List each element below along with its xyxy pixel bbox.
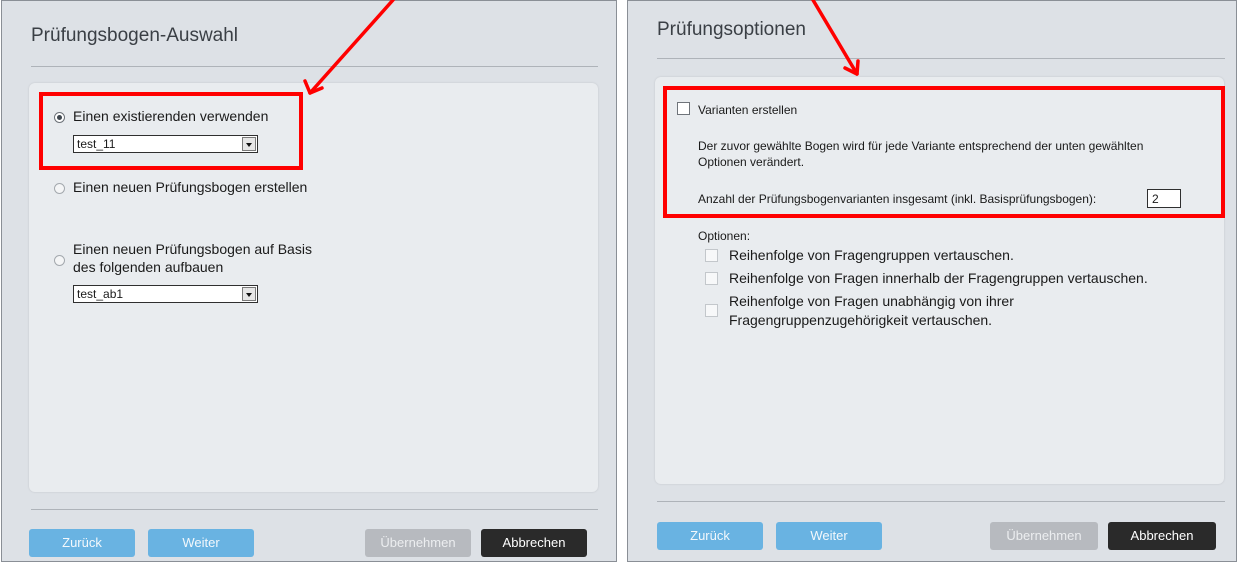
shuffle-ignore-groups-label-line1[interactable]: Reihenfolge von Fragen unabhängig von ih… bbox=[729, 293, 1014, 309]
variant-count-label: Anzahl der Prüfungsbogenvarianten insges… bbox=[698, 192, 1097, 206]
panel-title: Prüfungsoptionen bbox=[657, 19, 806, 40]
title-divider bbox=[31, 66, 598, 67]
radio-use-existing[interactable] bbox=[54, 112, 65, 123]
back-button[interactable]: Zurück bbox=[657, 522, 763, 550]
variants-description-line1: Der zuvor gewählte Bogen wird für jede V… bbox=[698, 139, 1144, 153]
apply-button: Übernehmen bbox=[990, 522, 1098, 550]
shuffle-groups-checkbox[interactable] bbox=[705, 249, 718, 262]
next-button[interactable]: Weiter bbox=[776, 522, 882, 550]
radio-create-new[interactable] bbox=[54, 183, 65, 194]
exam-options-panel: Prüfungsoptionen Varianten erstellen Der… bbox=[627, 0, 1237, 562]
create-variants-label[interactable]: Varianten erstellen bbox=[698, 103, 797, 117]
cancel-button[interactable]: Abbrechen bbox=[481, 529, 587, 557]
cancel-button[interactable]: Abbrechen bbox=[1108, 522, 1216, 550]
existing-sheet-select[interactable]: test_11 bbox=[73, 135, 258, 153]
shuffle-groups-label[interactable]: Reihenfolge von Fragengruppen vertausche… bbox=[729, 247, 1014, 263]
radio-create-new-label[interactable]: Einen neuen Prüfungsbogen erstellen bbox=[73, 179, 307, 195]
back-button[interactable]: Zurück bbox=[29, 529, 135, 557]
footer-divider bbox=[657, 501, 1225, 502]
radio-use-existing-label[interactable]: Einen existierenden verwenden bbox=[73, 108, 268, 124]
footer-divider bbox=[31, 509, 598, 510]
base-sheet-select[interactable]: test_ab1 bbox=[73, 285, 258, 303]
radio-build-on-base-label-line2[interactable]: des folgenden aufbauen bbox=[73, 259, 223, 275]
variants-description-line2: Optionen verändert. bbox=[698, 155, 805, 169]
exam-sheet-selection-panel: Prüfungsbogen-Auswahl Einen existierende… bbox=[1, 0, 617, 562]
apply-button: Übernehmen bbox=[365, 529, 471, 557]
chevron-down-icon bbox=[242, 287, 256, 301]
shuffle-within-groups-label[interactable]: Reihenfolge von Fragen innerhalb der Fra… bbox=[729, 270, 1148, 286]
options-heading: Optionen: bbox=[698, 229, 751, 243]
shuffle-ignore-groups-checkbox[interactable] bbox=[705, 304, 718, 317]
shuffle-ignore-groups-label-line2[interactable]: Fragengruppenzugehörigkeit vertauschen. bbox=[729, 312, 992, 328]
radio-build-on-base-label-line1[interactable]: Einen neuen Prüfungsbogen auf Basis bbox=[73, 241, 312, 257]
create-variants-checkbox[interactable] bbox=[677, 102, 690, 115]
existing-sheet-value: test_11 bbox=[77, 137, 116, 151]
chevron-down-icon bbox=[242, 137, 256, 151]
variant-count-input[interactable]: 2 bbox=[1147, 189, 1181, 208]
title-divider bbox=[657, 58, 1225, 59]
next-button[interactable]: Weiter bbox=[148, 529, 254, 557]
radio-build-on-base[interactable] bbox=[54, 255, 65, 266]
base-sheet-value: test_ab1 bbox=[77, 287, 124, 301]
panel-title: Prüfungsbogen-Auswahl bbox=[31, 25, 239, 46]
shuffle-within-groups-checkbox[interactable] bbox=[705, 272, 718, 285]
